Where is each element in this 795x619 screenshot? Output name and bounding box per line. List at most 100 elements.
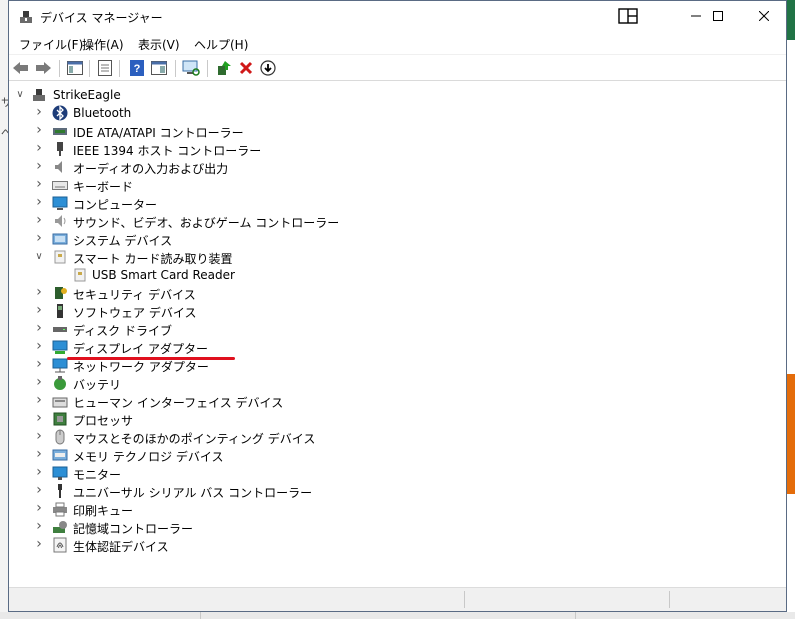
system-device-icon	[52, 233, 68, 245]
chevron-right-icon[interactable]: ›	[34, 285, 44, 299]
tree-category-label: ネットワーク アダプター	[73, 360, 209, 374]
tree-category-label: キーボード	[73, 180, 134, 194]
chevron-right-icon[interactable]: ›	[34, 231, 44, 245]
usb-icon	[58, 484, 62, 498]
smart-card-reader-icon	[74, 268, 86, 282]
tree-category[interactable]: › ユニバーサル シリアル バス コントローラー	[9, 482, 769, 500]
chevron-right-icon[interactable]: ›	[34, 429, 44, 443]
tree-category[interactable]: › Bluetooth	[9, 104, 769, 122]
tree-category[interactable]: › IEEE 1394 ホスト コントローラー	[9, 140, 769, 158]
tree-category-label: IDE ATA/ATAPI コントローラー	[73, 126, 244, 140]
show-hide-console-tree-icon	[67, 61, 83, 75]
tree-category-label: オーディオの入力および出力	[73, 162, 229, 176]
tree-category[interactable]: ∨ スマート カード読み取り装置	[9, 248, 769, 266]
forward-button[interactable]	[33, 58, 53, 78]
tree-category[interactable]: › IDE ATA/ATAPI コントローラー	[9, 122, 769, 140]
maximize-button[interactable]	[695, 1, 741, 31]
tree-category[interactable]: › モニター	[9, 464, 769, 482]
tree-category-label: モニター	[73, 468, 122, 482]
ieee1394-icon	[57, 142, 63, 156]
chevron-right-icon[interactable]: ›	[34, 105, 44, 119]
tree-category[interactable]: › 印刷キュー	[9, 500, 769, 518]
tree-category[interactable]: › ソフトウェア デバイス	[9, 302, 769, 320]
tree-category[interactable]: › ディスク ドライブ	[9, 320, 769, 338]
chevron-right-icon[interactable]: ›	[34, 465, 44, 479]
sound-icon	[55, 215, 66, 227]
chevron-right-icon[interactable]: ›	[34, 375, 44, 389]
chevron-right-icon[interactable]: ›	[34, 339, 44, 353]
properties-button[interactable]	[95, 58, 115, 78]
view-button[interactable]	[149, 58, 169, 78]
red-annotation-underline	[67, 357, 235, 360]
chevron-right-icon[interactable]: ›	[34, 483, 44, 497]
computer-icon	[52, 196, 68, 210]
title-bar[interactable]: デバイス マネージャー	[9, 1, 786, 33]
smart-card-reader-icon	[54, 250, 66, 264]
close-button[interactable]	[741, 1, 787, 31]
menu-action[interactable]: 操作(A)	[80, 35, 126, 54]
device-tree: ∨ StrikeEagle › Bluetooth › IDE ATA/ATAPI コ…	[9, 81, 786, 587]
update-driver-button[interactable]	[214, 58, 234, 78]
tree-category-label: 記憶域コントローラー	[73, 522, 194, 536]
disk-drive-icon	[53, 327, 67, 332]
tree-category[interactable]: › 生体認証デバイス	[9, 536, 769, 554]
tree-root[interactable]: ∨ StrikeEagle	[9, 86, 769, 104]
chevron-right-icon[interactable]: ›	[34, 519, 44, 533]
tree-category[interactable]: › セキュリティ デバイス	[9, 284, 769, 302]
tree-category[interactable]: › 記憶域コントローラー	[9, 518, 769, 536]
chevron-down-icon[interactable]: ∨	[34, 251, 44, 263]
chevron-right-icon[interactable]: ›	[34, 537, 44, 551]
back-icon	[13, 62, 28, 74]
tree-category-label: ヒューマン インターフェイス デバイス	[73, 396, 284, 410]
tree-device[interactable]: USB Smart Card Reader	[9, 266, 769, 284]
tree-category[interactable]: › システム デバイス	[9, 230, 769, 248]
chevron-right-icon[interactable]: ›	[34, 501, 44, 515]
tree-category-label: スマート カード読み取り装置	[73, 252, 233, 266]
chevron-right-icon[interactable]: ›	[34, 177, 44, 191]
chevron-right-icon[interactable]: ›	[34, 123, 44, 137]
tree-category[interactable]: › オーディオの入力および出力	[9, 158, 769, 176]
menu-file[interactable]: ファイル(F)	[17, 35, 85, 54]
tree-category-label: ディスク ドライブ	[73, 324, 172, 338]
tree-category-label: ディスプレイ アダプター	[73, 342, 208, 356]
tree-category[interactable]: › メモリ テクノロジ デバイス	[9, 446, 769, 464]
chevron-right-icon[interactable]: ›	[34, 195, 44, 209]
chevron-right-icon[interactable]: ›	[34, 411, 44, 425]
chevron-right-icon[interactable]: ›	[34, 393, 44, 407]
chevron-right-icon[interactable]: ›	[34, 357, 44, 371]
menu-view[interactable]: 表示(V)	[136, 35, 182, 54]
snap-layout-button[interactable]	[605, 1, 651, 31]
chevron-right-icon[interactable]: ›	[34, 213, 44, 227]
toolbar: ?	[9, 54, 786, 81]
tree-category[interactable]: › サウンド、ビデオ、およびゲーム コントローラー	[9, 212, 769, 230]
tree-category[interactable]: › バッテリ	[9, 374, 769, 392]
tree-category[interactable]: › マウスとそのほかのポインティング デバイス	[9, 428, 769, 446]
chevron-right-icon[interactable]: ›	[34, 141, 44, 155]
tree-category-label: メモリ テクノロジ デバイス	[73, 450, 224, 464]
chevron-right-icon[interactable]: ›	[34, 159, 44, 173]
menu-help[interactable]: ヘルプ(H)	[192, 35, 250, 54]
forward-icon	[36, 62, 51, 74]
battery-icon	[54, 376, 66, 390]
show-hide-console-tree-button[interactable]	[65, 58, 85, 78]
device-manager-window: デバイス マネージャー ファイル(F) 操作(A) 表示(V) ヘルプ(H) ?…	[8, 0, 787, 612]
disable-button[interactable]	[258, 58, 278, 78]
uninstall-icon	[239, 61, 253, 75]
tree-category[interactable]: › ディスプレイ アダプター	[9, 338, 769, 356]
uninstall-button[interactable]	[236, 58, 256, 78]
help-button[interactable]: ?	[127, 58, 147, 78]
scan-hardware-button[interactable]	[181, 58, 201, 78]
tree-category[interactable]: › コンピューター	[9, 194, 769, 212]
chevron-right-icon[interactable]: ›	[34, 447, 44, 461]
tree-category[interactable]: › ヒューマン インターフェイス デバイス	[9, 392, 769, 410]
chevron-right-icon[interactable]: ›	[34, 303, 44, 317]
chevron-down-icon[interactable]: ∨	[15, 89, 25, 101]
chevron-right-icon[interactable]: ›	[34, 321, 44, 335]
tree-category[interactable]: › プロセッサ	[9, 410, 769, 428]
back-button[interactable]	[11, 58, 31, 78]
tree-category[interactable]: › キーボード	[9, 176, 769, 194]
status-bar	[9, 587, 786, 611]
scan-hardware-icon	[182, 60, 200, 76]
tree-category-label: セキュリティ デバイス	[73, 288, 196, 302]
tree-category-label: 印刷キュー	[73, 504, 134, 518]
